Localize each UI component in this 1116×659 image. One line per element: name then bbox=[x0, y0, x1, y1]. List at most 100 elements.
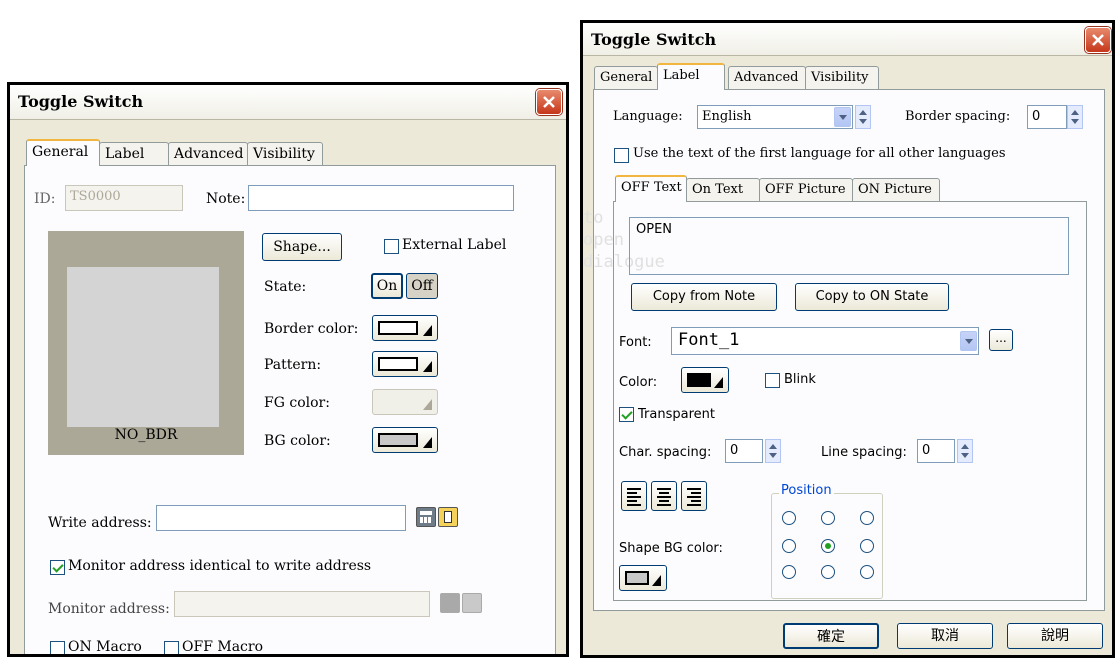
shape-bg-color-button[interactable] bbox=[619, 565, 667, 591]
spin-arrows-icon bbox=[769, 444, 777, 458]
font-select[interactable]: Font_1 bbox=[671, 327, 979, 355]
position-label: Position bbox=[779, 483, 834, 498]
pattern-button[interactable] bbox=[372, 351, 438, 377]
position-bottom-center-radio[interactable] bbox=[821, 565, 835, 579]
shape-button[interactable]: Shape... bbox=[262, 233, 342, 261]
left-close-button[interactable] bbox=[536, 89, 562, 115]
font-label: Font: bbox=[619, 335, 652, 350]
left-title-bar: Toggle Switch bbox=[10, 85, 566, 120]
font-color-button[interactable] bbox=[681, 367, 729, 393]
transparent-checkbox[interactable] bbox=[619, 407, 634, 422]
on-macro-text: ON Macro bbox=[68, 639, 142, 655]
blink-checkbox[interactable] bbox=[765, 373, 780, 388]
right-toggle-switch-dialog: Toggle Switch General Label Advanced Vis… bbox=[580, 20, 1115, 658]
right-tab-visibility[interactable]: Visibility bbox=[805, 66, 879, 90]
language-select[interactable]: English bbox=[697, 105, 853, 129]
border-spacing-spinner[interactable] bbox=[1067, 105, 1083, 129]
right-tab-general[interactable]: General bbox=[594, 66, 658, 90]
border-spacing-field[interactable]: 0 bbox=[1027, 105, 1067, 129]
position-top-right-radio[interactable] bbox=[860, 511, 874, 525]
border-color-button[interactable] bbox=[372, 315, 438, 341]
char-spacing-value: 0 bbox=[730, 443, 739, 458]
note-label: Note: bbox=[206, 191, 246, 207]
position-bottom-right-radio[interactable] bbox=[860, 565, 874, 579]
spin-arrows-icon bbox=[961, 444, 969, 458]
align-left-icon[interactable] bbox=[621, 481, 647, 511]
chevron-down-icon[interactable] bbox=[960, 331, 977, 351]
address-keypad-icon[interactable] bbox=[416, 507, 436, 527]
left-tab-visibility[interactable]: Visibility bbox=[247, 142, 323, 166]
state-on-button[interactable]: On bbox=[371, 273, 403, 299]
left-tab-advanced[interactable]: Advanced bbox=[168, 142, 248, 166]
help-button[interactable]: 說明 bbox=[1007, 623, 1103, 649]
external-label-checkbox[interactable] bbox=[384, 239, 399, 254]
char-spacing-spinner[interactable] bbox=[765, 439, 781, 463]
align-right-icon[interactable] bbox=[681, 481, 707, 511]
char-spacing-field[interactable]: 0 bbox=[725, 439, 763, 463]
subtab-on-picture[interactable]: ON Picture bbox=[852, 178, 940, 202]
subtab-off-picture[interactable]: OFF Picture bbox=[759, 178, 853, 202]
state-label: State: bbox=[264, 279, 307, 295]
monitor-identical-checkbox[interactable] bbox=[50, 560, 65, 575]
off-macro-checkbox[interactable] bbox=[164, 641, 179, 654]
ok-button[interactable]: 確定 bbox=[783, 623, 879, 649]
note-field[interactable] bbox=[248, 185, 514, 211]
border-color-label: Border color: bbox=[264, 321, 359, 337]
copy-from-note-label: Copy from Note bbox=[652, 289, 756, 304]
subtab-off-text[interactable]: OFF Text bbox=[615, 175, 687, 202]
position-bottom-left-radio[interactable] bbox=[782, 565, 796, 579]
monitor-identical-text: Monitor address identical to write addre… bbox=[68, 558, 372, 574]
right-tab-advanced[interactable]: Advanced bbox=[728, 66, 806, 90]
bg-color-button[interactable] bbox=[372, 427, 438, 453]
fg-color-label: FG color: bbox=[264, 395, 330, 411]
line-spacing-spinner[interactable] bbox=[957, 439, 973, 463]
cancel-button[interactable]: 取消 bbox=[897, 623, 993, 649]
border-spacing-value: 0 bbox=[1032, 109, 1041, 124]
on-macro-checkbox[interactable] bbox=[50, 641, 65, 654]
position-middle-right-radio[interactable] bbox=[860, 539, 874, 553]
font-value: Font_1 bbox=[678, 330, 740, 350]
position-top-left-radio[interactable] bbox=[782, 511, 796, 525]
language-label: Language: bbox=[613, 109, 683, 124]
char-spacing-label: Char. spacing: bbox=[619, 445, 712, 460]
write-address-field[interactable] bbox=[156, 505, 406, 531]
state-off-label: Off bbox=[411, 278, 433, 294]
spin-arrows-icon bbox=[859, 110, 867, 124]
subtab-on-text[interactable]: On Text bbox=[686, 178, 760, 202]
pattern-label: Pattern: bbox=[264, 357, 322, 373]
bg-color-label: BG color: bbox=[264, 433, 331, 449]
help-label: 說明 bbox=[1041, 628, 1069, 644]
monitor-address-field bbox=[174, 591, 430, 617]
left-dialog-title: Toggle Switch bbox=[18, 92, 144, 111]
line-spacing-label: Line spacing: bbox=[821, 445, 907, 460]
position-middle-left-radio[interactable] bbox=[782, 539, 796, 553]
line-spacing-field[interactable]: 0 bbox=[917, 439, 955, 463]
fg-color-button bbox=[372, 389, 438, 415]
right-close-button[interactable] bbox=[1085, 27, 1111, 53]
left-tab-general[interactable]: General bbox=[26, 139, 100, 166]
left-tab-label[interactable]: Label bbox=[99, 142, 169, 166]
shape-preview: NO_BDR bbox=[48, 231, 244, 455]
language-value: English bbox=[702, 109, 752, 124]
label-text-area[interactable]: OPEN bbox=[629, 217, 1069, 275]
position-middle-center-radio[interactable] bbox=[821, 539, 835, 553]
right-tab-label[interactable]: Label bbox=[657, 63, 725, 90]
address-tag-icon[interactable] bbox=[438, 507, 458, 527]
off-macro-text: OFF Macro bbox=[182, 639, 263, 655]
use-first-language-text: Use the text of the first language for a… bbox=[633, 146, 1006, 161]
left-toggle-switch-dialog: Toggle Switch General Label Advanced Vis… bbox=[7, 82, 569, 657]
align-center-icon[interactable] bbox=[651, 481, 677, 511]
language-spinner[interactable] bbox=[855, 105, 871, 129]
chevron-down-icon[interactable] bbox=[834, 107, 851, 127]
id-field: TS0000 bbox=[65, 185, 183, 211]
copy-from-note-button[interactable]: Copy from Note bbox=[631, 283, 777, 311]
label-text-value: OPEN bbox=[636, 222, 673, 237]
use-first-language-checkbox[interactable] bbox=[614, 148, 629, 163]
copy-to-on-state-button[interactable]: Copy to ON State bbox=[795, 283, 949, 311]
preview-label: NO_BDR bbox=[114, 427, 178, 443]
state-off-button[interactable]: Off bbox=[406, 273, 438, 299]
color-label: Color: bbox=[619, 375, 658, 390]
state-on-label: On bbox=[376, 278, 398, 294]
font-more-button[interactable]: ... bbox=[989, 329, 1013, 351]
position-top-center-radio[interactable] bbox=[821, 511, 835, 525]
